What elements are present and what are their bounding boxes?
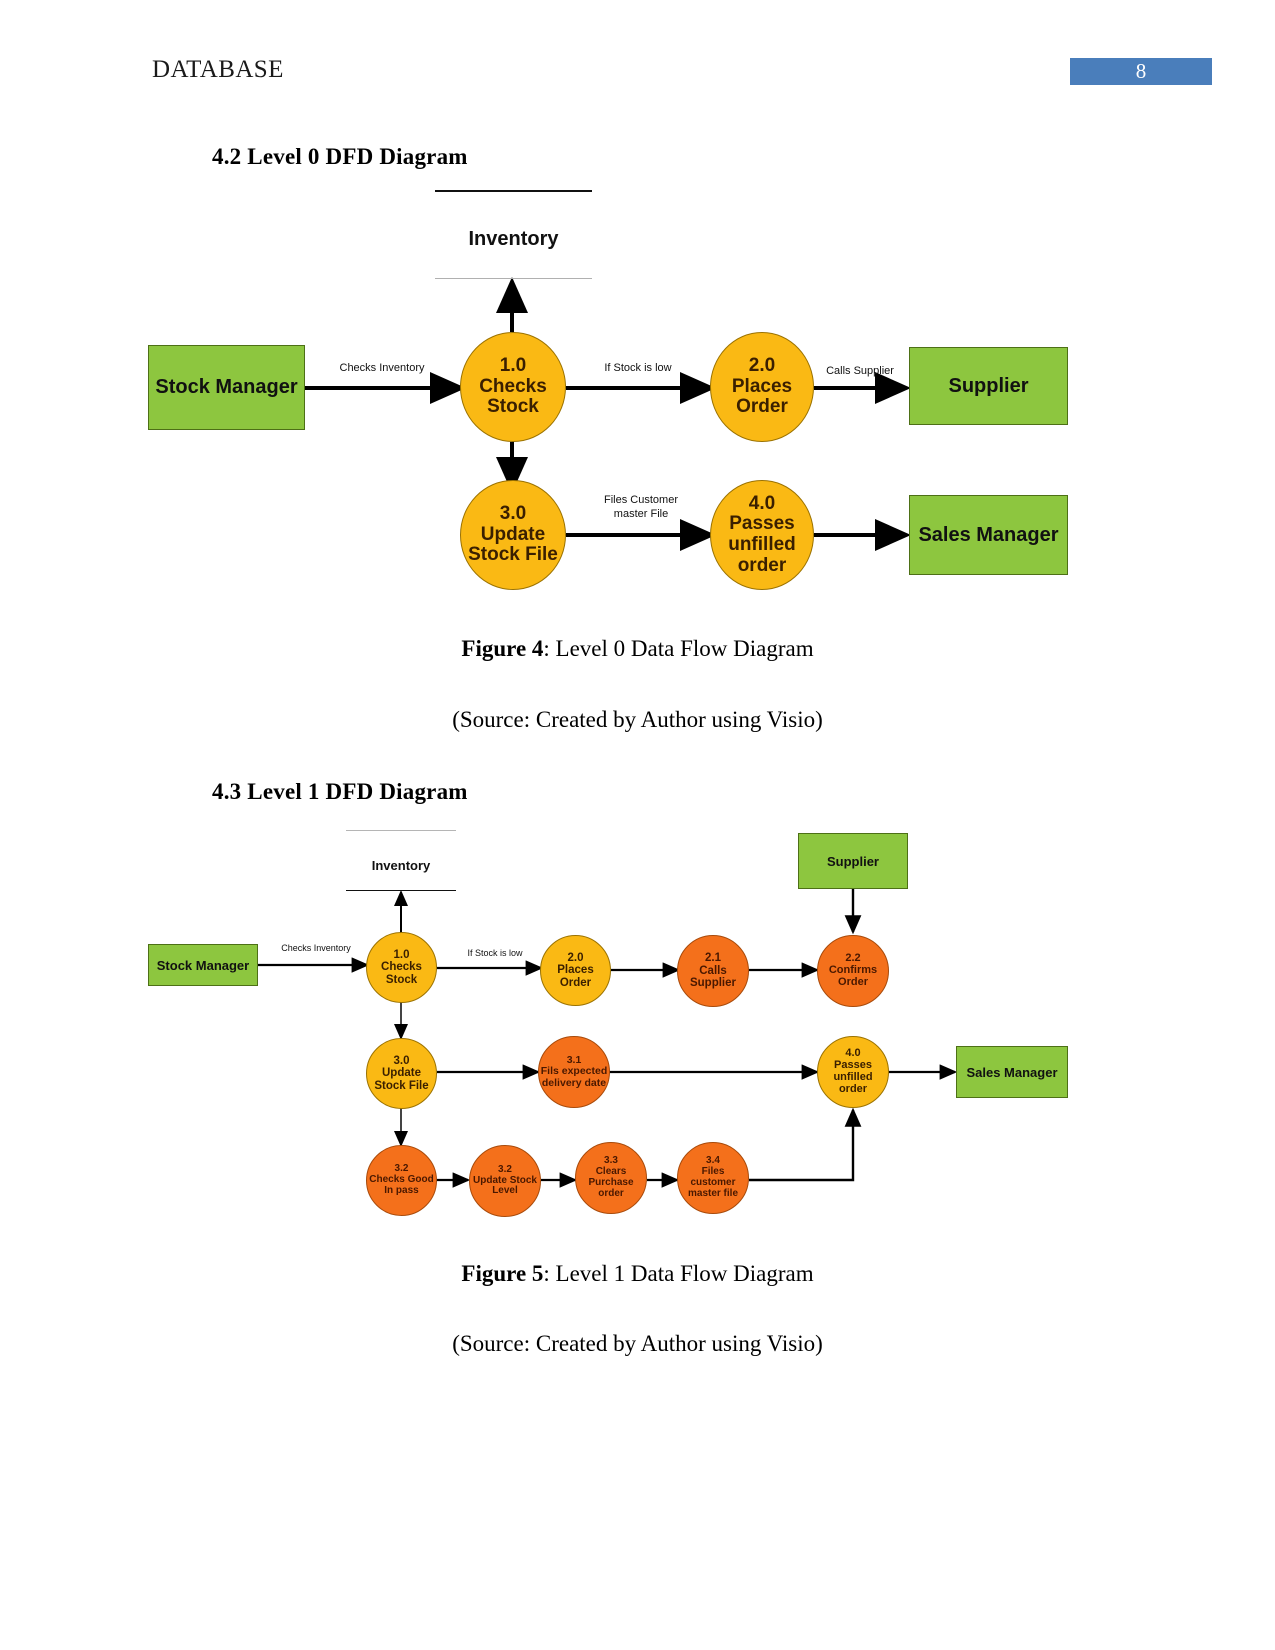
entity-label: Sales Manager: [966, 1064, 1058, 1080]
figure-4-source: (Source: Created by Author using Visio): [452, 707, 823, 732]
level0-flowlabel-checks-inventory: Checks Inventory: [339, 362, 425, 374]
entity-label: Sales Manager: [918, 523, 1059, 546]
level1-process-3-0: 3.0 Update Stock File: [366, 1038, 437, 1109]
process-line-3: Stock: [487, 396, 539, 418]
level0-process-4-0: 4.0 Passes unfilled order: [710, 480, 814, 590]
process-line-3: Order: [838, 975, 868, 988]
datastore-top-rule: [435, 190, 592, 192]
process-line-2: Calls: [699, 964, 727, 977]
level1-flowlabel-checks-inventory: Checks Inventory: [281, 943, 351, 953]
level1-process-4-0: 4.0 Passes unfilled order: [817, 1036, 889, 1108]
level0-process-2-0: 2.0 Places Order: [710, 332, 814, 442]
figure-4-label: Figure 4: [461, 636, 544, 661]
level0-flowlabel-files-customer-master: Files Customer master File: [604, 494, 678, 520]
entity-label: Stock Manager: [156, 957, 250, 973]
process-number: 4.0: [748, 492, 776, 514]
level1-process-3-3: 3.3 Clears Purchase order: [575, 1142, 647, 1214]
process-line-4: master file: [687, 1187, 739, 1199]
figure-5-label: Figure 5: [461, 1261, 544, 1286]
process-number: 1.0: [499, 355, 527, 377]
process-line-2: Places: [557, 964, 594, 977]
level0-entity-sales-manager: Sales Manager: [909, 495, 1068, 575]
process-line-2: Update: [382, 1067, 421, 1080]
process-line-4: order: [737, 554, 787, 576]
process-line-4: order: [598, 1187, 624, 1199]
process-line-3: Stock File: [468, 544, 558, 566]
process-line-2: Update: [480, 523, 546, 545]
process-line-3: Stock: [385, 973, 418, 986]
level0-flowlabel-calls-supplier: Calls Supplier: [826, 365, 894, 377]
process-line-4: order: [838, 1082, 868, 1095]
figure-4-text: : Level 0 Data Flow Diagram: [543, 636, 814, 661]
process-number: 3.2: [498, 1163, 512, 1175]
process-line-3: Supplier: [689, 977, 736, 990]
process-line-2: Places: [731, 375, 793, 397]
process-line-2: Checks: [479, 375, 547, 397]
figure-5-text: : Level 1 Data Flow Diagram: [543, 1261, 814, 1286]
datastore-label: Inventory: [371, 858, 431, 873]
level0-process-1-0: 1.0 Checks Stock: [460, 332, 566, 442]
level1-process-2-1: 2.1 Calls Supplier: [677, 935, 749, 1007]
level1-process-2-0: 2.0 Places Order: [540, 935, 611, 1006]
level1-flowlabel-if-stock-low: If Stock is low: [467, 948, 523, 958]
level0-entity-supplier: Supplier: [909, 347, 1068, 425]
process-line-3: In pass: [384, 1184, 419, 1196]
level1-entity-supplier: Supplier: [798, 833, 908, 889]
level1-entity-stock-manager: Stock Manager: [148, 944, 258, 986]
entity-label: Supplier: [948, 374, 1029, 397]
figure-5-caption: Figure 5: Level 1 Data Flow Diagram: [0, 1261, 1275, 1287]
level0-process-3-0: 3.0 Update Stock File: [460, 480, 566, 590]
level1-process-1-0: 1.0 Checks Stock: [366, 932, 437, 1003]
figure-4-caption: Figure 4: Level 0 Data Flow Diagram: [0, 636, 1275, 662]
process-line-3: Order: [736, 396, 788, 418]
level0-dfd-diagram: Inventory Stock Manager Supplier Sales M…: [0, 180, 1275, 610]
datastore-top-rule: [346, 830, 456, 831]
process-line-3: delivery date: [541, 1076, 607, 1089]
process-line-3: Stock File: [374, 1079, 429, 1092]
level1-process-3-4: 3.4 Files customer master file: [677, 1142, 749, 1214]
level1-process-3-2-checks-good: 3.2 Checks Good In pass: [366, 1145, 437, 1216]
process-number: 2.0: [748, 355, 776, 377]
datastore-bottom-rule: [435, 278, 592, 279]
process-line-2: Checks: [381, 961, 422, 974]
level1-dfd-diagram: Inventory Stock Manager Supplier Sales M…: [0, 820, 1275, 1235]
figure-5-source: (Source: Created by Author using Visio): [452, 1331, 823, 1356]
level1-process-3-2-update-stock-level: 3.2 Update Stock Level: [469, 1145, 541, 1217]
process-line-3: unfilled: [728, 534, 796, 555]
process-number: 3.0: [499, 503, 527, 525]
level1-process-2-2: 2.2 Confirms Order: [817, 935, 889, 1007]
process-number: 3.0: [393, 1054, 410, 1067]
process-line-2: Fils expected: [540, 1065, 608, 1078]
process-line-2: Passes: [729, 513, 795, 535]
level1-process-3-1: 3.1 Fils expected delivery date: [538, 1036, 610, 1108]
document-header-title: DATABASE: [152, 56, 284, 83]
arrow-p34-to-p40: [749, 1107, 862, 1182]
level0-flowlabel-if-stock-low: If Stock is low: [604, 362, 672, 374]
process-number: 2.1: [705, 952, 721, 965]
process-line-3: Order: [559, 976, 592, 989]
entity-label: Supplier: [826, 853, 879, 869]
datastore-bottom-rule: [346, 890, 456, 891]
level1-entity-sales-manager: Sales Manager: [956, 1046, 1068, 1098]
level0-datastore-inventory: Inventory: [435, 190, 592, 285]
section-heading-4-3: 4.3 Level 1 DFD Diagram: [212, 779, 468, 804]
section-heading-4-2: 4.2 Level 0 DFD Diagram: [212, 144, 468, 169]
process-number: 1.0: [393, 948, 410, 961]
level1-datastore-inventory: Inventory: [346, 830, 456, 894]
entity-label: Stock Manager: [155, 376, 298, 398]
process-line-3: Level: [492, 1185, 518, 1197]
process-number: 2.0: [567, 951, 584, 964]
page-number-badge: 8: [1070, 58, 1212, 85]
datastore-label: Inventory: [468, 228, 559, 250]
level0-entity-stock-manager: Stock Manager: [148, 345, 305, 430]
document-page: DATABASE 8 4.2 Level 0 DFD Diagram Inven…: [0, 0, 1275, 1650]
